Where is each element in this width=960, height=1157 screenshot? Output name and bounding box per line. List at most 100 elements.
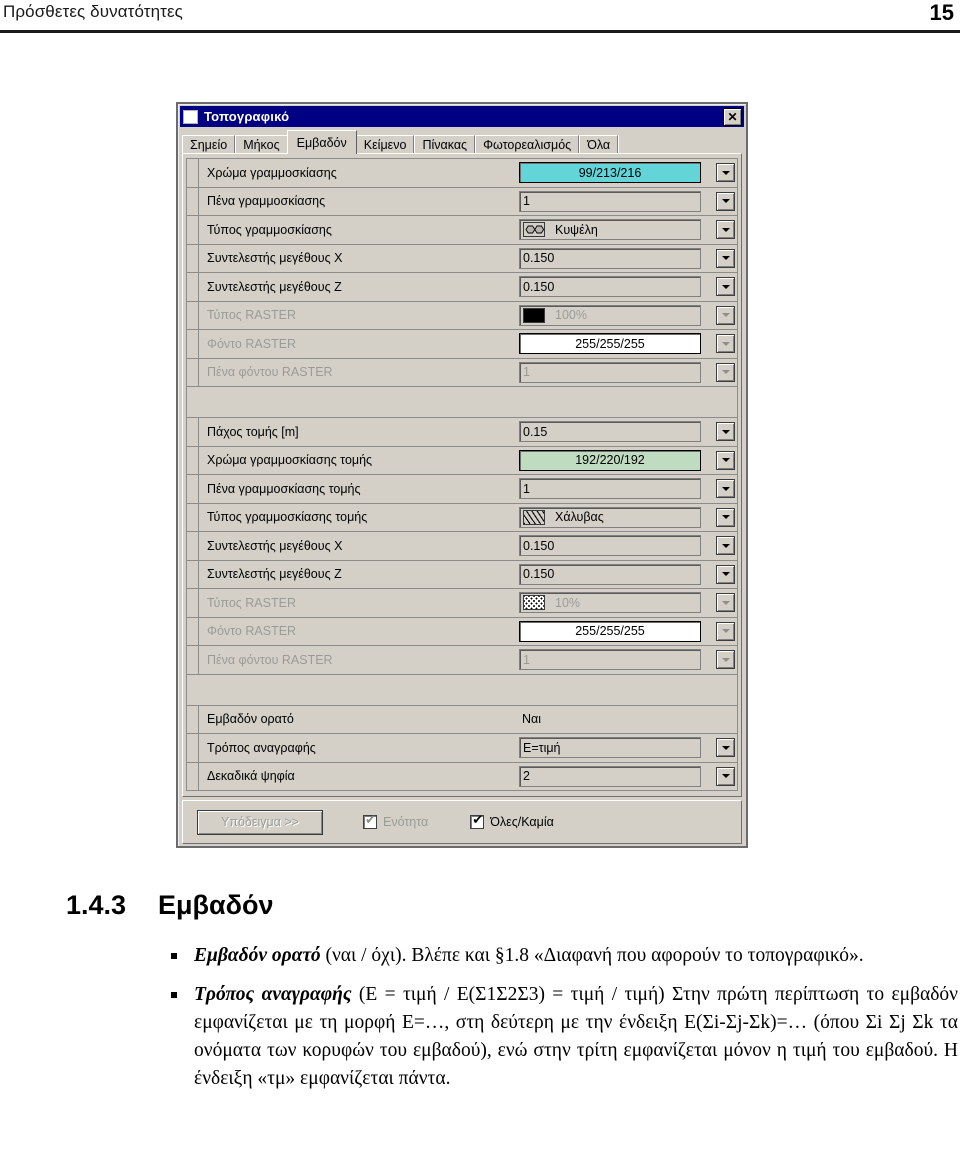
- chevron-down-icon[interactable]: [716, 564, 735, 584]
- tab-strip: Σημείο Μήκος Εμβαδόν Κείμενο Πίνακας Φωτορεαλ…: [182, 130, 742, 154]
- tab-3[interactable]: Εμβαδόν: [286, 130, 357, 154]
- chevron-down-icon[interactable]: [716, 593, 735, 613]
- group-separator: [187, 674, 737, 706]
- chevron-down-icon[interactable]: [716, 650, 735, 670]
- property-row: Συντελεστής μεγέθους Z 0.150: [187, 560, 737, 589]
- checkbox-all-none-box[interactable]: ✔: [470, 813, 485, 829]
- chevron-down-icon[interactable]: [716, 220, 735, 240]
- arrow-glyph: [721, 429, 730, 434]
- property-label: Συντελεστής μεγέθους Z: [207, 567, 342, 582]
- chevron-down-icon[interactable]: [716, 362, 735, 382]
- arrow-glyph: [721, 284, 730, 289]
- arrow-glyph: [721, 629, 730, 634]
- property-value-cell: 10%: [517, 589, 737, 617]
- property-row: Τύπος RASTER 10%: [187, 589, 737, 618]
- property-label: Τύπος RASTER: [207, 595, 296, 610]
- chevron-down-icon[interactable]: [716, 450, 735, 470]
- property-value-text: 10%: [555, 595, 581, 610]
- group-separator: [187, 387, 737, 418]
- property-value-field[interactable]: 0.15: [519, 421, 701, 443]
- property-value-field[interactable]: 1: [519, 190, 701, 212]
- property-value-field[interactable]: Χάλυβας: [519, 506, 701, 528]
- property-value-text: 192/220/192: [575, 453, 645, 468]
- property-value-field[interactable]: 0.150: [519, 247, 701, 269]
- chevron-down-icon[interactable]: [716, 191, 735, 211]
- property-value-field[interactable]: 0.150: [519, 276, 701, 298]
- property-row: Χρώμα γραμμοσκίασης τομής 192/220/192: [187, 446, 737, 475]
- check-icon: ✔: [472, 813, 484, 828]
- property-label: Συντελεστής μεγέθους Z: [207, 279, 342, 294]
- property-value-cell: 0.150: [517, 245, 737, 273]
- property-value-text: 1: [523, 481, 530, 496]
- tab-7[interactable]: Όλα: [579, 135, 619, 154]
- chevron-down-icon[interactable]: [716, 305, 735, 325]
- chevron-down-icon[interactable]: [716, 621, 735, 641]
- property-value-text: 1: [523, 194, 530, 209]
- tab-label: Μήκος: [243, 138, 280, 152]
- close-icon[interactable]: ✕: [723, 108, 742, 126]
- tab-5[interactable]: Πίνακας: [414, 135, 476, 154]
- property-row: Συντελεστής μεγέθους X 0.150: [187, 532, 737, 561]
- tab-6[interactable]: Φωτορεαλισμός: [475, 135, 580, 154]
- chevron-down-icon[interactable]: [716, 536, 735, 556]
- property-value-cell: Ε=τιμή: [517, 734, 737, 762]
- property-row: Πένα γραμμοσκίασης τομής 1: [187, 475, 737, 504]
- arrow-glyph: [721, 458, 730, 463]
- property-label: Χρώμα γραμμοσκίασης: [207, 165, 337, 180]
- tab-2[interactable]: Μήκος: [235, 135, 288, 154]
- chevron-down-icon[interactable]: [716, 422, 735, 442]
- property-label: Πένα φόντου RASTER: [207, 652, 333, 667]
- property-value-field[interactable]: Ε=τιμή: [519, 737, 701, 759]
- property-row: Φόντο RASTER 255/255/255: [187, 330, 737, 359]
- property-label: Συντελεστής μεγέθους X: [207, 251, 343, 266]
- property-label: Τρόπος αναγραφής: [207, 740, 316, 755]
- property-value-text: 1: [523, 365, 530, 380]
- arrow-glyph: [721, 256, 730, 261]
- row-gutter: [187, 244, 199, 272]
- property-value-text: 255/255/255: [575, 624, 645, 639]
- chevron-down-icon[interactable]: [716, 334, 735, 354]
- row-gutter: [187, 705, 199, 733]
- property-label: Πένα φόντου RASTER: [207, 365, 333, 380]
- checkbox-unit[interactable]: ✔ Ενότητα: [363, 814, 428, 829]
- chevron-down-icon[interactable]: [716, 277, 735, 297]
- chevron-down-icon[interactable]: [716, 507, 735, 527]
- row-gutter: [187, 617, 199, 645]
- bullet-item: Εμβαδόν ορατό (ναι / όχι). Βλέπε και §1.…: [168, 942, 958, 970]
- diagonal-hatch-swatch-icon: [523, 509, 545, 525]
- property-value-field: 255/255/255: [519, 333, 701, 355]
- page-title: Πρόσθετες δυνατότητες: [3, 2, 183, 21]
- property-label: Δεκαδικά ψηφία: [207, 769, 295, 784]
- tab-4[interactable]: Κείμενο: [355, 135, 415, 154]
- checkbox-unit-box[interactable]: ✔: [363, 814, 377, 829]
- property-value-cell: 255/255/255: [517, 330, 737, 358]
- properties-grid: Χρώμα γραμμοσκίασης 99/213/216 Πένα γραμμο…: [186, 158, 738, 791]
- property-value-field[interactable]: 0.150: [519, 563, 701, 585]
- chevron-down-icon[interactable]: [716, 738, 735, 758]
- property-value-cell: 99/213/216: [517, 159, 737, 187]
- chevron-down-icon[interactable]: [716, 248, 735, 268]
- chevron-down-icon[interactable]: [716, 479, 735, 499]
- chevron-down-icon[interactable]: [716, 766, 735, 786]
- property-value-cell: 0.150: [517, 532, 737, 560]
- property-value-text: 2: [523, 769, 530, 784]
- property-value-field[interactable]: 1: [519, 478, 701, 500]
- property-row: Χρώμα γραμμοσκίασης 99/213/216: [187, 159, 737, 188]
- property-value-field[interactable]: 0.150: [519, 535, 701, 557]
- property-value-field[interactable]: 99/213/216: [519, 162, 701, 184]
- window-icon: [183, 109, 198, 124]
- bullet-marker-icon: [171, 992, 177, 999]
- arrow-glyph: [721, 341, 730, 346]
- tab-label: Εμβαδόν: [296, 135, 347, 150]
- property-row: Πάχος τομής [m] 0.15: [187, 418, 737, 447]
- property-value-field[interactable]: 2: [519, 765, 701, 787]
- property-row: Τρόπος αναγραφής Ε=τιμή: [187, 734, 737, 763]
- dialog-titlebar[interactable]: Τοπογραφικό ✕: [180, 106, 744, 127]
- property-row: Εμβαδόν ορατό Ναι: [187, 705, 737, 734]
- chevron-down-icon[interactable]: [716, 163, 735, 183]
- tab-1[interactable]: Σημείο: [182, 135, 236, 154]
- property-value-field[interactable]: 192/220/192: [519, 449, 701, 471]
- checkbox-all-none[interactable]: ✔ Όλες/Καμία: [470, 813, 554, 829]
- sample-button[interactable]: Υπόδειγμα >>: [197, 809, 323, 835]
- property-value-field[interactable]: Κυψέλη: [519, 219, 701, 241]
